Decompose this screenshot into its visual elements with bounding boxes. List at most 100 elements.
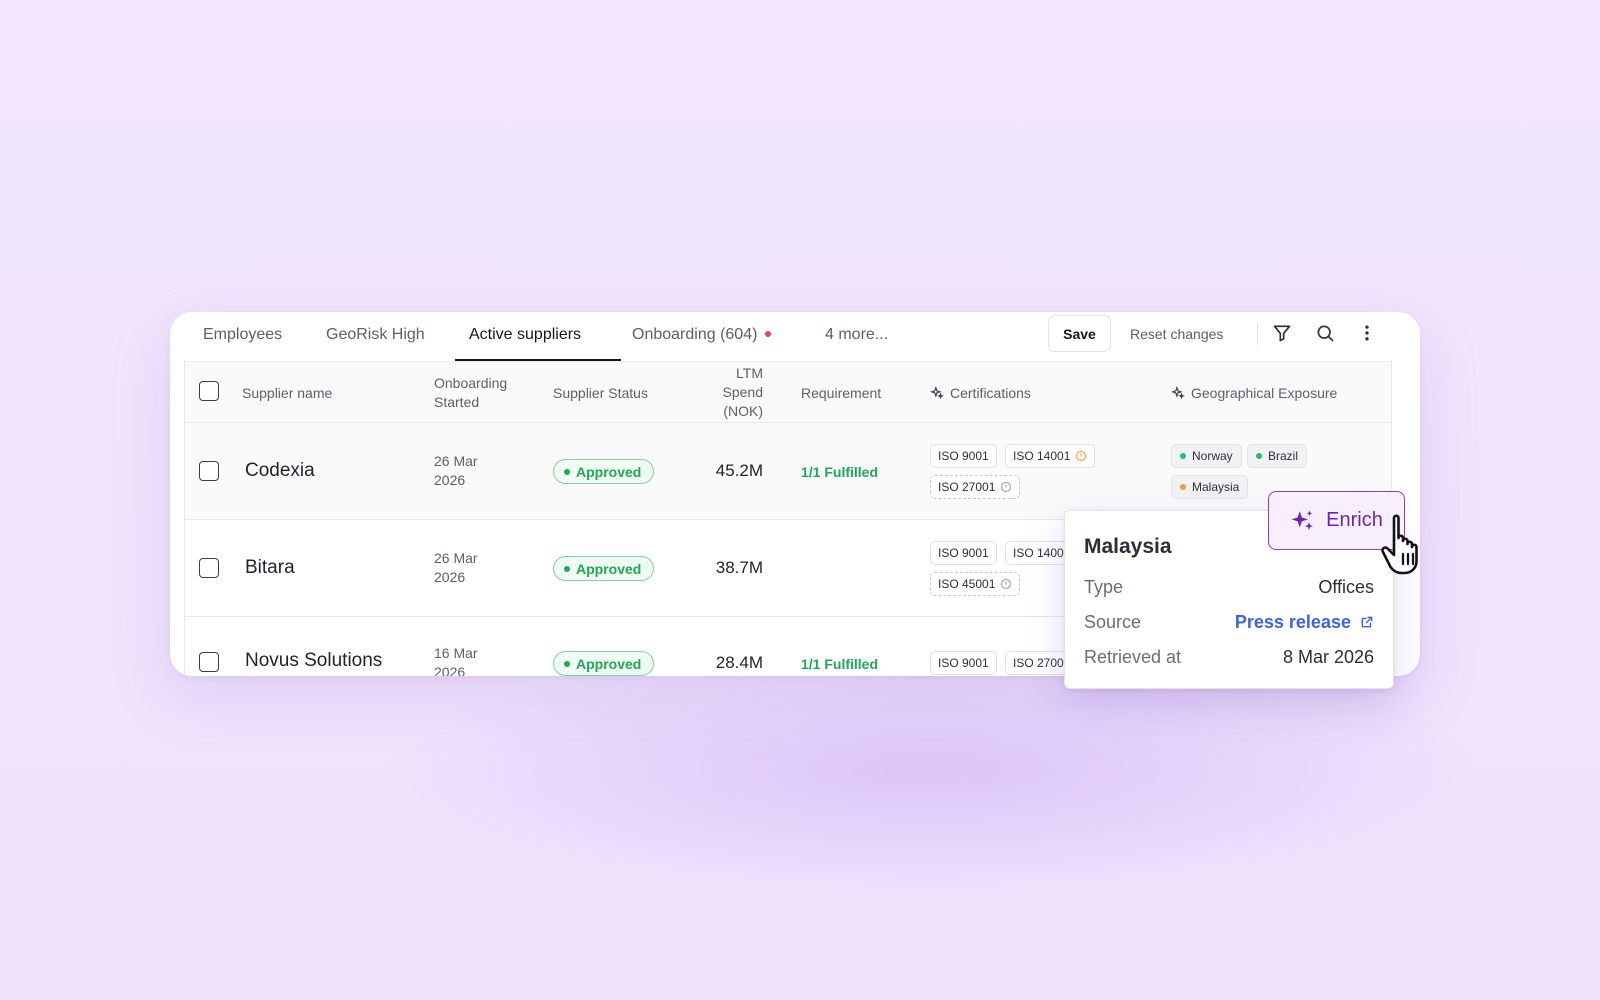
search-button[interactable] <box>1313 321 1337 345</box>
more-options-button[interactable] <box>1355 321 1379 345</box>
popover-source-label: Source <box>1084 612 1142 632</box>
status-label: Approved <box>576 560 642 577</box>
certification-label: ISO 2700 <box>1013 656 1064 670</box>
header-certifications[interactable]: Certifications <box>930 384 1031 403</box>
certification-label: ISO 45001 <box>938 577 996 591</box>
header-geographical-exposure[interactable]: Geographical Exposure <box>1171 384 1337 403</box>
info-icon <box>1001 578 1012 590</box>
tab-onboarding[interactable]: Onboarding (604) <box>632 326 772 344</box>
supplier-name[interactable]: Bitara <box>245 557 295 579</box>
tab-employees[interactable]: Employees <box>203 326 282 344</box>
status-label: Approved <box>576 463 642 480</box>
status-badge: Approved <box>553 651 655 676</box>
ltm-spend: 28.4M <box>715 653 763 672</box>
certification-chip[interactable]: ISO 9001 <box>930 651 997 675</box>
header-spend-line3: (NOK) <box>723 403 763 419</box>
tab-active-suppliers[interactable]: Active suppliers <box>469 326 581 344</box>
onboarding-date-line2: 2026 <box>434 664 466 676</box>
header-spend-line2: Spend <box>722 384 763 400</box>
onboarding-date-line2: 2026 <box>434 569 466 585</box>
info-icon <box>1001 481 1012 493</box>
source-link-label: Press release <box>1234 612 1351 632</box>
certification-label: ISO 9001 <box>938 656 989 670</box>
geo-label: Norway <box>1192 449 1233 463</box>
tab-onboarding-label: Onboarding (604) <box>632 326 758 343</box>
unread-dot <box>765 331 772 337</box>
popover-retrieved-label: Retrieved at <box>1084 647 1182 667</box>
geo-label: Malaysia <box>1192 480 1240 494</box>
sparkle-icon <box>1291 510 1314 530</box>
certification-chip[interactable]: ISO 2700 <box>1005 651 1072 675</box>
certification-chip[interactable]: ISO 14001 <box>1005 444 1096 468</box>
onboarding-date-line1: 26 Mar <box>434 550 478 566</box>
geo-status-dot <box>1256 453 1262 459</box>
save-button[interactable]: Save <box>1048 315 1111 352</box>
requirement-status: 1/1 Fulfilled <box>801 656 879 672</box>
toolbar-divider <box>1257 323 1258 345</box>
filter-button[interactable] <box>1270 321 1294 345</box>
status-dot <box>564 468 570 475</box>
header-spend-line1: LTM <box>736 365 763 381</box>
status-badge: Approved <box>553 556 655 581</box>
onboarding-date-line1: 26 Mar <box>434 453 478 469</box>
sparkle-icon <box>1171 386 1185 400</box>
header-onboarding-line2: Started <box>434 394 480 410</box>
row-checkbox[interactable] <box>199 652 219 672</box>
certification-chip[interactable]: ISO 45001 <box>930 572 1021 596</box>
header-ltm-spend[interactable]: LTM Spend (NOK) <box>685 364 763 421</box>
header-onboarding-line1: Onboarding <box>434 375 508 391</box>
header-requirement[interactable]: Requirement <box>801 384 881 403</box>
row-checkbox[interactable] <box>199 461 219 481</box>
certification-label: ISO 14001 <box>1013 449 1071 463</box>
geo-chip-brazil[interactable]: Brazil <box>1247 444 1308 468</box>
popover-title: Malaysia <box>1084 535 1172 558</box>
onboarding-date: 16 Mar 2026 <box>434 644 478 676</box>
enrich-button[interactable]: Enrich <box>1268 491 1405 550</box>
table-header: Supplier name Onboarding Started Supplie… <box>185 361 1391 423</box>
requirement-status: 1/1 Fulfilled <box>801 464 879 480</box>
tab-bar: Employees GeoRisk High Active suppliers … <box>170 312 1420 361</box>
geo-label: Brazil <box>1268 449 1299 463</box>
certification-chip[interactable]: ISO 9001 <box>930 444 997 468</box>
sparkle-icon <box>930 386 944 400</box>
more-vertical-icon <box>1365 325 1369 341</box>
geo-status-dot <box>1180 484 1186 490</box>
status-dot <box>564 565 570 572</box>
supplier-name[interactable]: Codexia <box>245 460 315 482</box>
tab-georisk-high[interactable]: GeoRisk High <box>326 326 425 344</box>
popover-source-link[interactable]: Press release <box>1235 612 1374 633</box>
onboarding-date-line2: 2026 <box>434 472 466 488</box>
header-supplier-status[interactable]: Supplier Status <box>553 384 648 403</box>
header-supplier-name[interactable]: Supplier name <box>242 384 332 403</box>
tab-more[interactable]: 4 more... <box>825 326 888 344</box>
geo-chip-norway[interactable]: Norway <box>1171 444 1242 468</box>
header-geo-label: Geographical Exposure <box>1191 385 1338 401</box>
popover-retrieved-value: 8 Mar 2026 <box>1282 647 1374 667</box>
geo-chip-malaysia[interactable]: Malaysia <box>1171 475 1249 499</box>
status-badge: Approved <box>553 459 655 484</box>
onboarding-date-line1: 16 Mar <box>434 645 478 661</box>
certification-label: ISO 9001 <box>938 546 989 560</box>
ltm-spend: 38.7M <box>715 558 763 577</box>
status-label: Approved <box>576 655 642 672</box>
status-dot <box>564 660 570 667</box>
popover-type-value: Offices <box>1318 577 1374 597</box>
certification-label: ISO 9001 <box>938 449 989 463</box>
certification-chip[interactable]: ISO 27001 <box>930 475 1021 499</box>
certification-chip[interactable]: ISO 9001 <box>930 541 997 565</box>
search-icon <box>1317 325 1334 342</box>
certification-chip[interactable]: ISO 1400 <box>1005 541 1072 565</box>
header-onboarding-started[interactable]: Onboarding Started <box>434 374 507 412</box>
onboarding-date: 26 Mar 2026 <box>434 549 478 587</box>
select-all-checkbox[interactable] <box>199 381 219 401</box>
table-row[interactable]: Codexia 26 Mar 2026 Approved 45.2M 1/1 F… <box>185 423 1391 520</box>
supplier-name[interactable]: Novus Solutions <box>245 650 382 672</box>
popover-type-label: Type <box>1084 577 1124 597</box>
info-icon <box>1076 450 1087 462</box>
ltm-spend: 45.2M <box>715 461 763 480</box>
external-link-icon <box>1361 616 1373 628</box>
row-checkbox[interactable] <box>199 558 219 578</box>
reset-changes-button[interactable]: Reset changes <box>1122 315 1231 352</box>
header-certifications-label: Certifications <box>950 385 1031 401</box>
geo-status-dot <box>1180 453 1186 459</box>
